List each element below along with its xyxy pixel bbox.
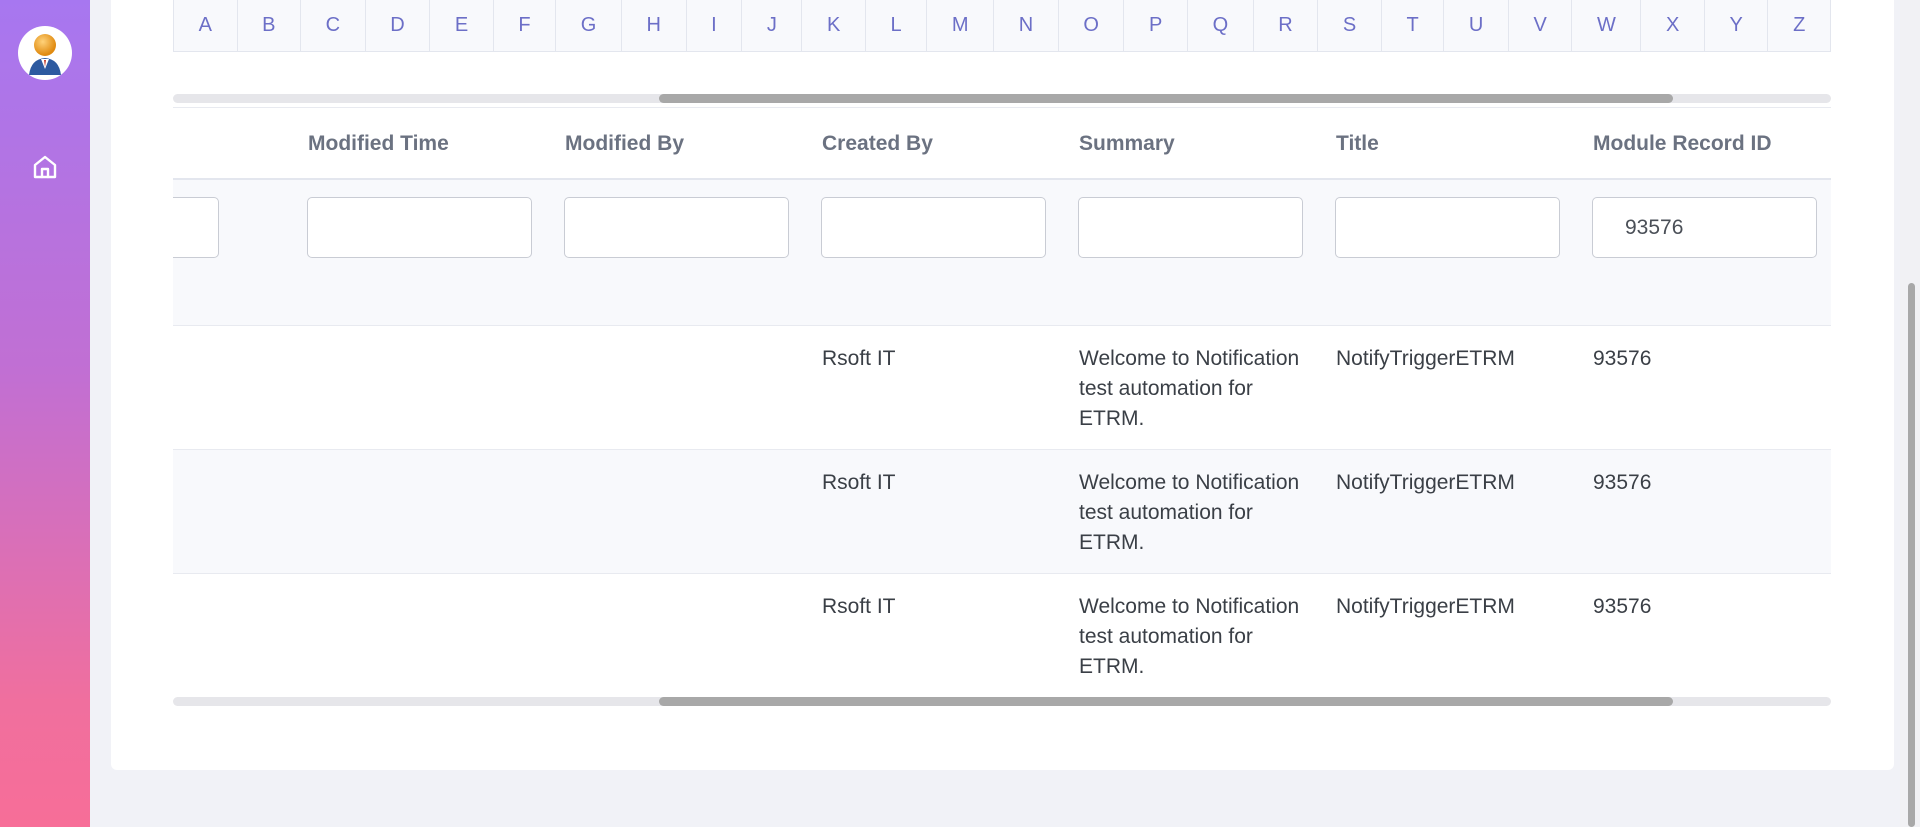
filter-input-module-record-id[interactable] xyxy=(1592,197,1817,258)
scrollbar-thumb[interactable] xyxy=(659,94,1673,103)
cell-title: NotifyTriggerETRM xyxy=(1336,595,1515,618)
alphabet-letter-a[interactable]: A xyxy=(174,0,238,51)
alphabet-letter-t[interactable]: T xyxy=(1382,0,1445,51)
cell-title: NotifyTriggerETRM xyxy=(1336,471,1515,494)
alphabet-letter-m[interactable]: M xyxy=(927,0,995,51)
column-header-created-by[interactable]: Created By xyxy=(822,108,933,179)
table-row[interactable]: Rsoft IT Welcome to Notification test aut… xyxy=(173,450,1831,574)
alphabet-letter-l[interactable]: L xyxy=(866,0,928,51)
column-header-title[interactable]: Title xyxy=(1336,108,1379,179)
table-header-row: Modified Time Modified By Created By Summar… xyxy=(173,107,1831,180)
filter-input-prev[interactable] xyxy=(173,197,219,258)
cell-module-record-id: 93576 xyxy=(1593,347,1652,370)
cell-summary: Welcome to Notification test automation … xyxy=(1079,471,1300,554)
vertical-scrollbar-thumb[interactable] xyxy=(1908,283,1915,827)
alphabet-letter-w[interactable]: W xyxy=(1572,0,1642,51)
alphabet-letter-p[interactable]: P xyxy=(1124,0,1188,51)
column-header-module-record-id[interactable]: Module Record ID xyxy=(1593,108,1772,179)
filter-input-modified-time[interactable] xyxy=(307,197,532,258)
column-header-modified-by[interactable]: Modified By xyxy=(565,108,684,179)
filter-input-summary[interactable] xyxy=(1078,197,1303,258)
alphabet-letter-y[interactable]: Y xyxy=(1705,0,1769,51)
alphabet-letter-z[interactable]: Z xyxy=(1768,0,1829,51)
alphabet-letter-g[interactable]: G xyxy=(556,0,622,51)
alphabet-letter-u[interactable]: U xyxy=(1444,0,1509,51)
filter-input-title[interactable] xyxy=(1335,197,1560,258)
cell-created-by: Rsoft IT xyxy=(822,471,896,494)
alphabet-filter: ABCDEFGHIJKLMNOPQRSTUVWXYZ xyxy=(173,0,1831,52)
alphabet-letter-f[interactable]: F xyxy=(494,0,557,51)
horizontal-scrollbar-top[interactable] xyxy=(173,94,1831,103)
home-icon[interactable] xyxy=(31,153,59,181)
alphabet-letter-n[interactable]: N xyxy=(994,0,1059,51)
alphabet-letter-r[interactable]: R xyxy=(1254,0,1319,51)
alphabet-letter-k[interactable]: K xyxy=(802,0,866,51)
table-row[interactable]: Rsoft IT Welcome to Notification test aut… xyxy=(173,326,1831,450)
table-row[interactable]: Rsoft IT Welcome to Notification test aut… xyxy=(173,574,1831,694)
alphabet-letter-v[interactable]: V xyxy=(1509,0,1573,51)
filter-input-created-by[interactable] xyxy=(821,197,1046,258)
cell-created-by: Rsoft IT xyxy=(822,347,896,370)
alphabet-letter-h[interactable]: H xyxy=(622,0,687,51)
alphabet-letter-q[interactable]: Q xyxy=(1188,0,1254,51)
alphabet-letter-e[interactable]: E xyxy=(430,0,494,51)
cell-created-by: Rsoft IT xyxy=(822,595,896,618)
alphabet-letter-s[interactable]: S xyxy=(1318,0,1382,51)
scrollbar-thumb[interactable] xyxy=(659,697,1673,706)
alphabet-letter-i[interactable]: I xyxy=(687,0,743,51)
sidebar xyxy=(0,0,90,827)
alphabet-letter-o[interactable]: O xyxy=(1059,0,1125,51)
column-header-summary[interactable]: Summary xyxy=(1079,108,1175,179)
table-filter-row xyxy=(173,180,1831,326)
column-header-modified-time[interactable]: Modified Time xyxy=(308,108,449,179)
cell-module-record-id: 93576 xyxy=(1593,595,1652,618)
avatar[interactable] xyxy=(18,26,72,80)
cell-summary: Welcome to Notification test automation … xyxy=(1079,347,1300,430)
cell-summary: Welcome to Notification test automation … xyxy=(1079,595,1300,678)
cell-title: NotifyTriggerETRM xyxy=(1336,347,1515,370)
vertical-scrollbar[interactable] xyxy=(1900,0,1920,827)
cell-module-record-id: 93576 xyxy=(1593,471,1652,494)
filter-input-modified-by[interactable] xyxy=(564,197,789,258)
alphabet-letter-c[interactable]: C xyxy=(301,0,366,51)
alphabet-letter-j[interactable]: J xyxy=(742,0,803,51)
horizontal-scrollbar-bottom[interactable] xyxy=(173,697,1831,706)
records-table: Modified Time Modified By Created By Summar… xyxy=(173,107,1831,694)
user-avatar-icon xyxy=(29,34,61,75)
alphabet-letter-d[interactable]: D xyxy=(366,0,431,51)
alphabet-letter-b[interactable]: B xyxy=(238,0,302,51)
alphabet-letter-x[interactable]: X xyxy=(1641,0,1705,51)
